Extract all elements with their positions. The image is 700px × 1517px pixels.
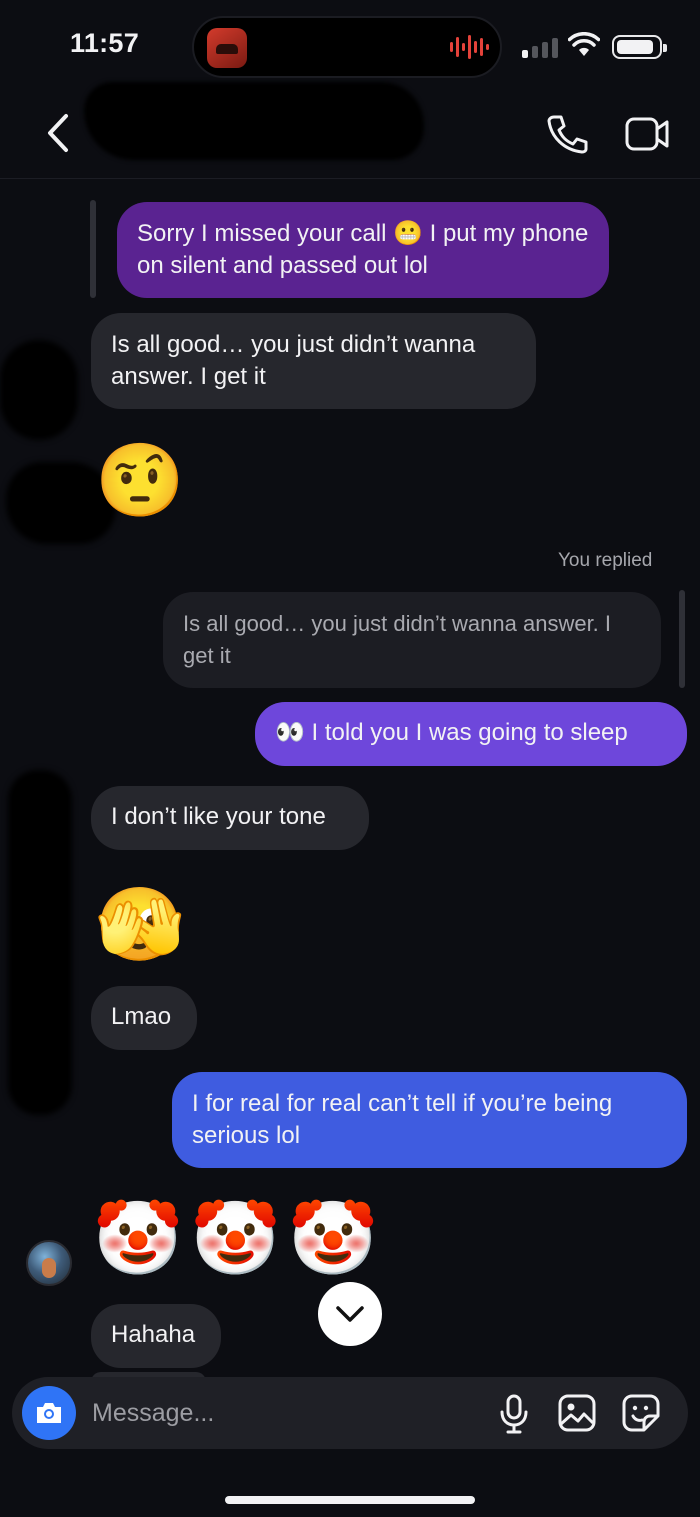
header-divider [0, 178, 700, 179]
reply-context-bar [679, 590, 685, 688]
incoming-emoji-message[interactable]: 🤨 [95, 440, 185, 520]
outgoing-message-bubble[interactable]: I for real for real can’t tell if you’re… [172, 1072, 687, 1168]
incoming-message-bubble[interactable]: Hahaha [91, 1304, 221, 1368]
status-time: 11:57 [70, 28, 140, 58]
redacted-contact-name[interactable] [84, 82, 424, 160]
incoming-emoji-message[interactable]: 🤡🤡🤡 [93, 1198, 386, 1278]
reply-label: You replied [558, 550, 653, 571]
sticker-icon[interactable] [622, 1394, 660, 1432]
live-activity-app-icon[interactable] [207, 28, 247, 68]
chevron-down-icon [336, 1306, 364, 1322]
wifi-icon [568, 32, 600, 56]
message-input[interactable] [92, 1396, 472, 1430]
outgoing-message-bubble[interactable]: 👀 I told you I was going to sleep [255, 702, 687, 766]
video-camera-icon[interactable] [625, 116, 669, 152]
redaction-mark [8, 770, 72, 1115]
cellular-signal-icon [522, 36, 558, 58]
camera-button[interactable] [22, 1386, 76, 1440]
incoming-emoji-message[interactable]: 🫣 [95, 884, 185, 964]
audio-waveform-icon [450, 34, 489, 60]
battery-icon [612, 35, 667, 59]
reply-context-bar [90, 200, 96, 298]
camera-icon [37, 1403, 61, 1423]
photo-icon[interactable] [558, 1394, 596, 1432]
incoming-message-bubble[interactable]: Is all good… you just didn’t wanna answe… [91, 313, 536, 409]
microphone-icon[interactable] [497, 1394, 531, 1434]
redaction-mark [0, 340, 78, 440]
contact-avatar[interactable] [26, 1240, 72, 1286]
scroll-to-bottom-button[interactable] [318, 1282, 382, 1346]
outgoing-message-bubble[interactable]: Sorry I missed your call 😬 I put my phon… [117, 202, 609, 298]
incoming-message-bubble[interactable]: I don’t like your tone [91, 786, 369, 850]
back-chevron-icon[interactable] [44, 112, 72, 154]
quoted-message[interactable]: Is all good… you just didn’t wanna answe… [163, 592, 661, 688]
incoming-message-bubble[interactable]: Lmao [91, 986, 197, 1050]
home-indicator[interactable] [225, 1496, 475, 1504]
phone-icon[interactable] [546, 114, 588, 154]
